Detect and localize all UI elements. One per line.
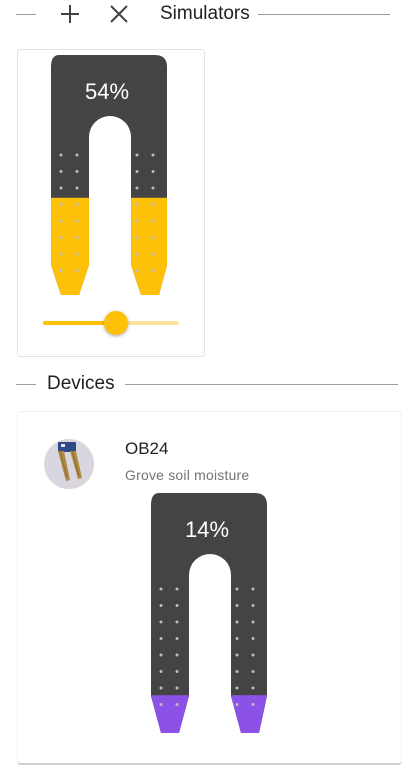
- simulator-moisture-value: 54%: [85, 79, 129, 104]
- sensor-dot: [159, 620, 163, 624]
- sensor-dot: [151, 170, 155, 173]
- sensor-dot: [159, 670, 163, 673]
- sensor-dot: [175, 670, 179, 673]
- sensor-dot: [59, 236, 63, 239]
- sensor-dot: [135, 219, 139, 223]
- sensor-dot: [235, 604, 239, 607]
- sensor-dot: [151, 269, 155, 272]
- sensor-dot: [159, 587, 163, 591]
- close-icon: [110, 5, 128, 23]
- devices-header: Devices: [0, 372, 411, 396]
- sensor-dot: [251, 703, 255, 706]
- sensor-dot: [135, 186, 139, 190]
- sensor-dot: [159, 653, 163, 657]
- sensor-dot: [75, 219, 79, 223]
- sensor-dot: [151, 252, 155, 256]
- header-rule-left: [16, 13, 36, 15]
- sensor-dot: [175, 653, 179, 657]
- sensor-dot: [135, 269, 139, 272]
- sensor-dot: [251, 620, 255, 624]
- sensor-dot: [251, 587, 255, 591]
- slider-thumb[interactable]: [104, 311, 129, 335]
- add-simulator-button[interactable]: [56, 0, 84, 28]
- sensor-dot: [235, 587, 239, 591]
- sensor-dot: [251, 670, 255, 673]
- moisture-fill: [151, 695, 267, 733]
- device-moisture-value: 14%: [185, 517, 229, 542]
- simulator-card: 54%: [17, 49, 205, 357]
- sensor-dot: [75, 236, 79, 239]
- sensor-dot: [175, 620, 179, 624]
- sensor-dot: [175, 604, 179, 607]
- sensor-dot: [251, 653, 255, 657]
- sensor-dot: [159, 703, 163, 706]
- simulators-title: Simulators: [160, 3, 250, 24]
- simulators-header: Simulators: [0, 0, 411, 28]
- sensor-dot: [151, 236, 155, 239]
- grove-soil-moisture-icon: [58, 442, 82, 481]
- sensor-dot: [135, 170, 139, 173]
- devices-rule-right: [124, 383, 398, 385]
- sensor-dot: [59, 219, 63, 223]
- sensor-dot: [75, 153, 79, 157]
- sensor-dot: [151, 153, 155, 157]
- device-avatar: [44, 439, 94, 489]
- moisture-slider[interactable]: [43, 311, 179, 335]
- sensor-dot: [151, 219, 155, 223]
- sensor-dot: [235, 670, 239, 673]
- sensor-dot: [59, 170, 63, 173]
- clear-simulators-button[interactable]: [105, 0, 133, 28]
- sensor-dot: [75, 170, 79, 173]
- device-name: OB24: [125, 439, 169, 458]
- sensor-dot: [251, 686, 255, 690]
- moisture-fill: [51, 197, 167, 295]
- sensor-dot: [251, 637, 255, 640]
- sensor-dot: [135, 203, 139, 206]
- sensor-dot: [135, 252, 139, 256]
- sensor-dot: [135, 153, 139, 157]
- sensor-dot: [235, 653, 239, 657]
- sensor-dot: [59, 186, 63, 190]
- soil-moisture-sensor-device: 14%: [151, 493, 267, 733]
- soil-moisture-sensor-simulator: 54%: [51, 55, 167, 295]
- sensor-dot: [75, 203, 79, 206]
- sensor-dot: [75, 252, 79, 256]
- sensor-dot: [59, 252, 63, 256]
- plus-icon: [61, 5, 79, 23]
- sensor-dot: [59, 203, 63, 206]
- sensor-dot: [159, 604, 163, 607]
- sensor-dot: [251, 604, 255, 607]
- sensor-dot: [235, 686, 239, 690]
- sensor-dot: [151, 186, 155, 190]
- sensor-dot: [235, 620, 239, 624]
- devices-rule-left: [16, 383, 36, 385]
- sensor-dot: [175, 587, 179, 591]
- device-type: Grove soil moisture: [125, 467, 250, 483]
- sensor-dot: [59, 269, 63, 272]
- sensor-dot: [235, 703, 239, 706]
- device-card[interactable]: OB24 Grove soil moisture 14%: [17, 411, 402, 765]
- sensor-dot: [175, 637, 179, 640]
- sensor-dot: [75, 186, 79, 190]
- sensor-dot: [59, 153, 63, 157]
- sensor-dot: [135, 236, 139, 239]
- header-rule-right: [257, 13, 390, 15]
- sensor-dot: [159, 637, 163, 640]
- sensor-dot: [175, 686, 179, 690]
- sensor-dot: [151, 203, 155, 206]
- sensor-dot: [159, 686, 163, 690]
- sensor-dot: [235, 637, 239, 640]
- sensor-dot: [75, 269, 79, 272]
- sensor-dot: [175, 703, 179, 706]
- devices-title: Devices: [47, 373, 115, 394]
